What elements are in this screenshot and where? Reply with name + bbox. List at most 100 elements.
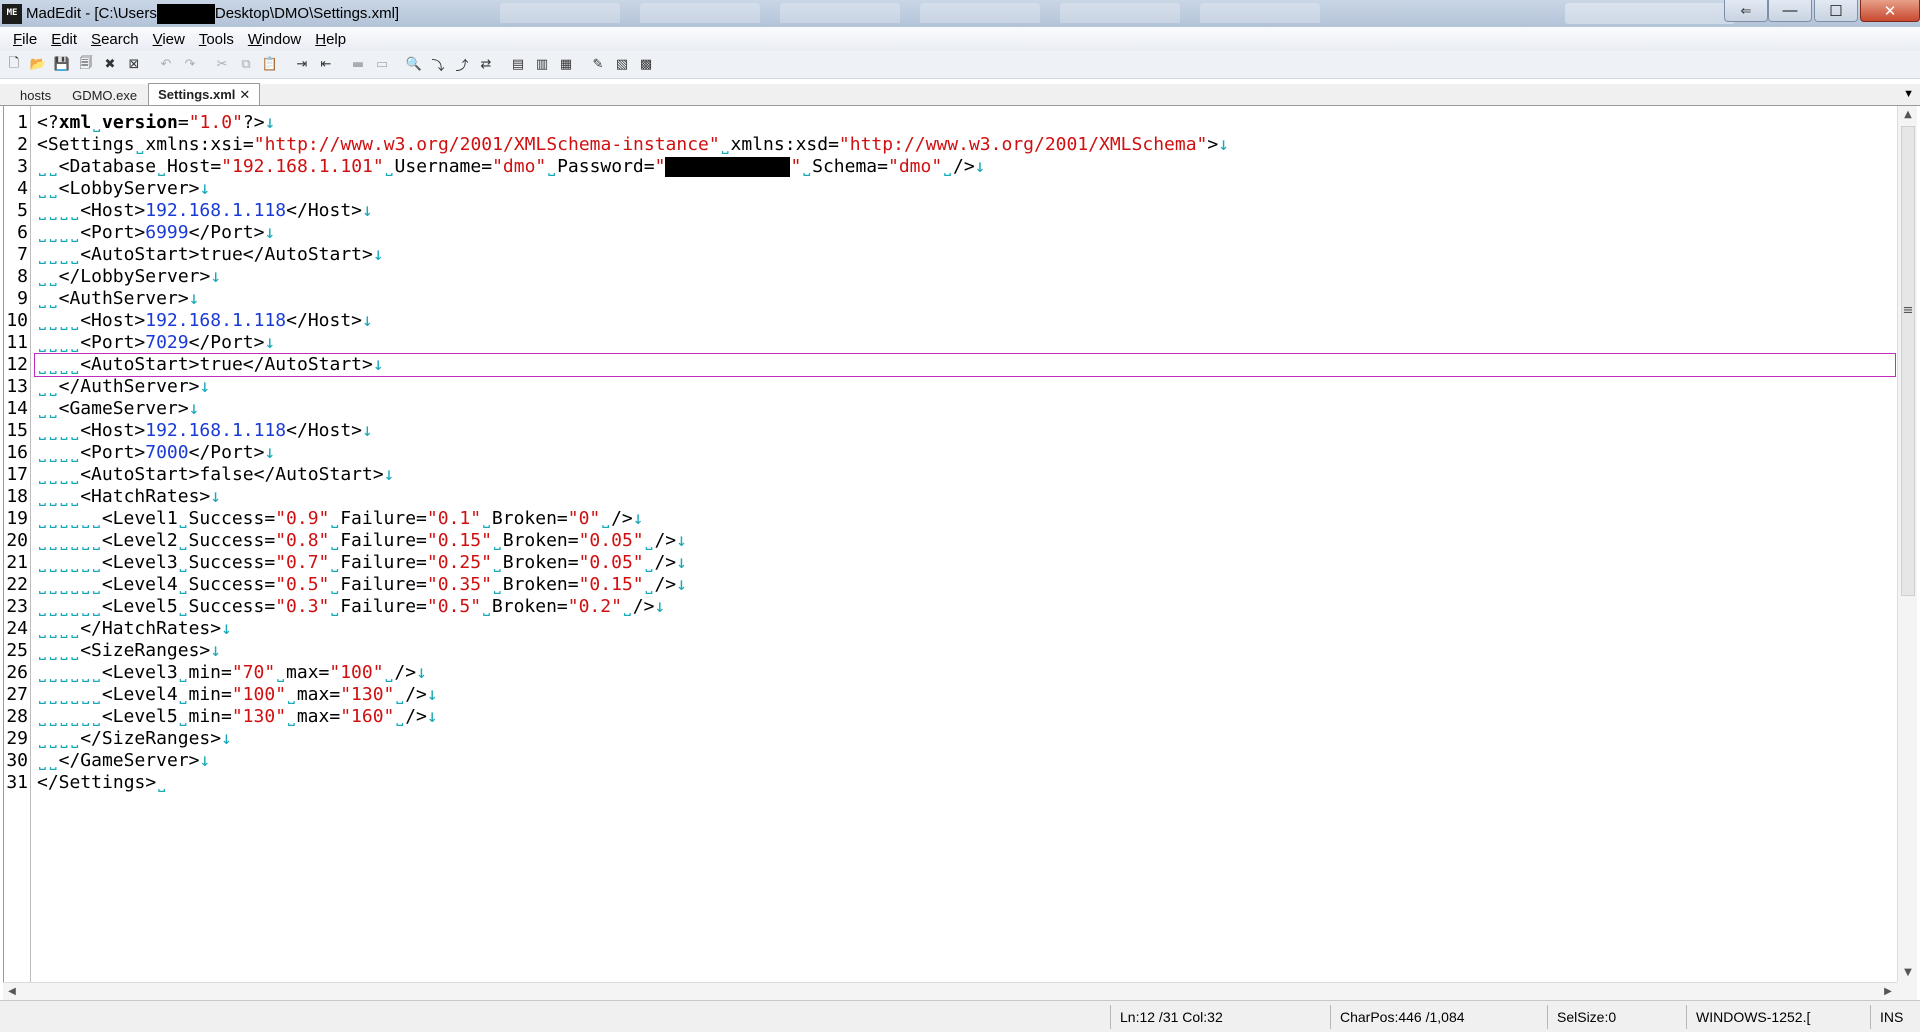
menu-tools[interactable]: Tools (192, 31, 241, 48)
status-encoding[interactable]: WINDOWS-1252.[ (1688, 1001, 1873, 1033)
title-bar[interactable]: ME MadEdit - [C:\Users Desktop\DMO\Setti… (0, 0, 1920, 27)
copy-icon[interactable]: ⧉ (235, 55, 257, 75)
code-line[interactable]: ˽˽</LobbyServer>↓ (37, 266, 221, 288)
code-line[interactable]: ˽˽˽˽<Host>192.168.1.118</Host>↓ (37, 310, 373, 332)
token-tag: <Port> (80, 222, 146, 243)
vertical-scroll-thumb[interactable] (1901, 126, 1915, 596)
maximize-button[interactable]: ☐ (1814, 0, 1858, 22)
uncomment-icon[interactable]: ▭ (371, 55, 393, 75)
menu-help[interactable]: Help (308, 31, 353, 48)
new-file-icon[interactable]: 🗋 (3, 55, 25, 75)
token-tag: xmlns:xsi= (145, 134, 254, 155)
open-file-icon[interactable]: 📂 (27, 55, 49, 75)
indent-icon[interactable]: ⇥ (291, 55, 313, 75)
app-icon[interactable]: ME (2, 3, 22, 24)
line-number: 23 (6, 596, 28, 617)
code-line[interactable]: ˽˽˽˽˽˽<Level4˽min="100"˽max="130"˽/>↓ (37, 684, 438, 706)
code-line[interactable]: ˽˽</AuthServer>↓ (37, 376, 210, 398)
scroll-up-icon[interactable]: ▲ (1898, 106, 1918, 124)
unindent-icon[interactable]: ⇤ (315, 55, 337, 75)
code-line[interactable]: </Settings>˽ (37, 772, 167, 794)
scroll-right-icon[interactable]: ▶ (1879, 983, 1897, 1001)
code-line[interactable]: ˽˽˽˽˽˽<Level4˽Success="0.5"˽Failure="0.3… (37, 574, 687, 596)
scroll-down-icon[interactable]: ▼ (1898, 964, 1918, 982)
save-icon[interactable]: 💾 (51, 55, 73, 75)
scroll-left-icon[interactable]: ◀ (3, 983, 21, 1001)
code-line[interactable]: ˽˽˽˽˽˽<Level2˽Success="0.8"˽Failure="0.1… (37, 530, 687, 552)
horizontal-scrollbar[interactable]: ◀ ▶ (3, 982, 1897, 1000)
vertical-scrollbar[interactable]: ▲ ≡ ▼ (1897, 106, 1917, 982)
code-area[interactable]: <?xml˽version="1.0"?>↓ <Settings˽xmlns:xs… (37, 106, 1897, 982)
menu-window[interactable]: Window (241, 31, 308, 48)
code-line[interactable]: ˽˽˽˽<Host>192.168.1.118</Host>↓ (37, 420, 373, 442)
code-line[interactable]: ˽˽˽˽˽˽<Level3˽Success="0.7"˽Failure="0.2… (37, 552, 687, 574)
token-tag: Broken= (502, 552, 579, 573)
close-tab-icon[interactable]: ✕ (239, 87, 250, 103)
hex-mode-icon[interactable]: ▩ (635, 55, 657, 75)
tab-list-dropdown-icon[interactable]: ▼ (1903, 88, 1914, 100)
code-line[interactable]: ˽˽˽˽<Port>7029</Port>↓ (37, 332, 275, 354)
wrap-column-icon[interactable]: ▦ (555, 55, 577, 75)
find-icon[interactable]: 🔍 (403, 55, 425, 75)
close-all-icon[interactable]: ⊠ (123, 55, 145, 75)
background-taskbar-ghost (500, 3, 1340, 23)
code-line[interactable]: ˽˽˽˽˽˽<Level3˽min="70"˽max="100"˽/>↓ (37, 662, 427, 684)
menu-view[interactable]: View (146, 31, 192, 48)
code-line[interactable]: ˽˽<LobbyServer>↓ (37, 178, 210, 200)
code-line[interactable]: ˽˽˽˽<AutoStart>true</AutoStart>↓ (37, 244, 384, 266)
column-mode-icon[interactable]: ▧ (611, 55, 633, 75)
code-line[interactable]: <Settings˽xmlns:xsi="http://www.w3.org/2… (37, 134, 1229, 156)
token-tag: <Level4 (101, 684, 178, 705)
comment-icon[interactable]: ▬ (347, 55, 369, 75)
code-line[interactable]: ˽˽</GameServer>↓ (37, 750, 210, 772)
close-window-button[interactable]: ✕ (1860, 0, 1920, 22)
menu-search[interactable]: Search (84, 31, 146, 48)
find-previous-icon[interactable]: ⤴ (451, 55, 473, 75)
code-line[interactable]: ˽˽˽˽</SizeRanges>↓ (37, 728, 232, 750)
code-line[interactable]: ˽˽˽˽<Host>192.168.1.118</Host>↓ (37, 200, 373, 222)
redacted-password (665, 157, 791, 177)
redo-icon[interactable]: ↷ (179, 55, 201, 75)
code-line[interactable]: ˽˽<Database˽Host="192.168.1.101"˽Usernam… (37, 156, 986, 178)
code-line[interactable]: ˽˽<AuthServer>↓ (37, 288, 200, 310)
code-line[interactable]: ˽˽˽˽<AutoStart>false</AutoStart>↓ (37, 464, 395, 486)
text-mode-icon[interactable]: ✎ (587, 55, 609, 75)
code-line[interactable]: ˽˽˽˽<HatchRates>↓ (37, 486, 221, 508)
find-next-icon[interactable]: ⤵ (427, 55, 449, 75)
menu-file[interactable]: File (6, 31, 44, 48)
tab-gdmo-exe[interactable]: GDMO.exe (62, 85, 147, 105)
token-eol: ↓ (264, 222, 276, 243)
token-tag: Success= (188, 596, 276, 617)
code-line[interactable]: ˽˽˽˽˽˽<Level5˽Success="0.3"˽Failure="0.5… (37, 596, 665, 618)
token-ws: ˽ (491, 530, 503, 551)
status-line-col: Ln:12 /31 Col:32 (1120, 1009, 1223, 1025)
token-ws: ˽ (177, 596, 189, 617)
code-line[interactable]: ˽˽˽˽˽˽<Level1˽Success="0.9"˽Failure="0.1… (37, 508, 644, 530)
code-line[interactable]: <?xml˽version="1.0"?>↓ (37, 112, 275, 134)
wrap-window-icon[interactable]: ▥ (531, 55, 553, 75)
undo-icon[interactable]: ↶ (155, 55, 177, 75)
token-tag: <Host> (80, 310, 146, 331)
token-tag: <Port> (80, 442, 146, 463)
cut-icon[interactable]: ✂ (211, 55, 233, 75)
code-line[interactable]: ˽˽˽˽<Port>7000</Port>↓ (37, 442, 275, 464)
line-number: 17 (6, 464, 28, 485)
save-all-icon[interactable]: 🗐 (75, 55, 97, 75)
replace-icon[interactable]: ⇄ (475, 55, 497, 75)
tab-label: GDMO.exe (72, 88, 138, 103)
code-line[interactable]: ˽˽˽˽˽˽<Level5˽min="130"˽max="160"˽/>↓ (37, 706, 438, 728)
text-editor[interactable]: 1 2 3 4 5 6 7 8 9 10 11 12 13 14 15 16 17 18 19 20 21 22 23 24 2… (3, 106, 1897, 982)
code-line[interactable]: ˽˽˽˽<Port>6999</Port>↓ (37, 222, 275, 244)
paste-icon[interactable]: 📋 (259, 55, 281, 75)
tab-settings-xml[interactable]: Settings.xml ✕ (148, 83, 261, 105)
wrap-none-icon[interactable]: ▤ (507, 55, 529, 75)
code-line[interactable]: ˽˽˽˽</HatchRates>↓ (37, 618, 232, 640)
menu-edit[interactable]: Edit (44, 31, 84, 48)
tab-hosts[interactable]: hosts (10, 85, 61, 105)
code-line[interactable]: ˽˽˽˽<SizeRanges>↓ (37, 640, 221, 662)
status-insert-mode[interactable]: INS (1872, 1001, 1920, 1033)
restore-arrow-icon[interactable]: ⇐ (1724, 0, 1768, 22)
minimize-button[interactable]: — (1768, 0, 1812, 22)
close-file-icon[interactable]: ✖ (99, 55, 121, 75)
code-line[interactable]: ˽˽<GameServer>↓ (37, 398, 200, 420)
